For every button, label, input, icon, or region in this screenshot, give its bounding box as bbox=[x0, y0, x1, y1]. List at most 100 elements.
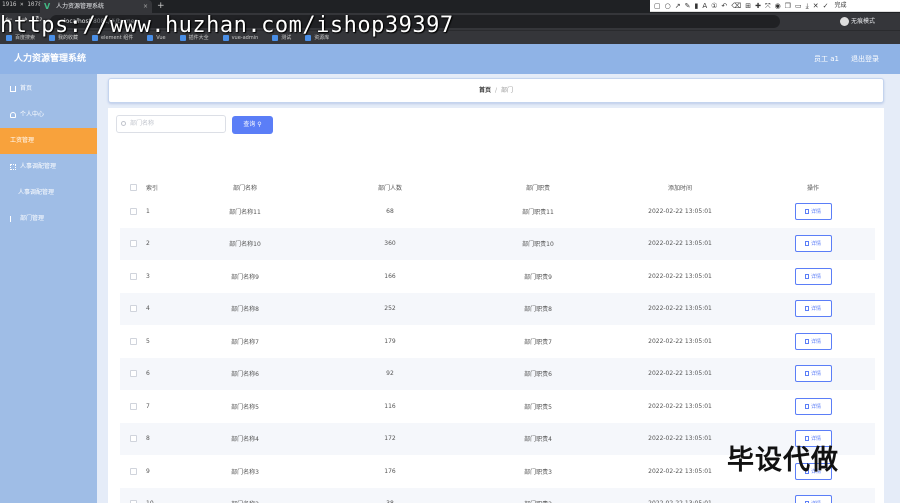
cell-operation: 详情 bbox=[783, 390, 843, 422]
tab-title: 人力资源管理系统 bbox=[56, 3, 105, 10]
row-checkbox[interactable] bbox=[128, 293, 138, 325]
row-checkbox[interactable] bbox=[128, 423, 138, 455]
grid-icon bbox=[10, 163, 16, 170]
avatar bbox=[840, 17, 849, 26]
scroll-capture-icon[interactable]: ⤧ bbox=[765, 0, 771, 12]
document-icon bbox=[804, 371, 809, 376]
cell-name: 部门名称6 bbox=[231, 371, 259, 378]
detail-button-label: 详情 bbox=[810, 306, 821, 312]
query-button[interactable]: 查询 ⚲ bbox=[232, 116, 273, 134]
arrow-tool-icon[interactable]: ↗ bbox=[675, 0, 681, 12]
sidebar-item-1[interactable]: 首页 bbox=[0, 76, 97, 102]
sidebar-item-3[interactable]: 工资管理 bbox=[0, 128, 97, 154]
cell-index: 3 bbox=[146, 272, 150, 280]
document-icon bbox=[804, 241, 809, 246]
select-all-checkbox[interactable] bbox=[128, 179, 138, 195]
cell-duty: 部门职责10 bbox=[522, 241, 554, 248]
detail-button[interactable]: 详情 bbox=[794, 267, 832, 285]
pin-icon[interactable]: ✚ bbox=[755, 0, 761, 12]
logout-link[interactable]: 退出登录 bbox=[851, 44, 879, 74]
person-icon bbox=[10, 111, 16, 118]
table-row: 4 部门名称8 252 部门职责8 2022-02-22 13:05:01 详情 bbox=[120, 292, 875, 325]
row-checkbox[interactable] bbox=[128, 358, 138, 390]
cell-name: 部门名称4 bbox=[231, 436, 259, 443]
search-input[interactable]: 部门名称 bbox=[116, 115, 226, 133]
detail-button[interactable]: 详情 bbox=[794, 202, 832, 220]
save-icon[interactable]: ▭ bbox=[795, 0, 802, 12]
cell-index: 7 bbox=[146, 402, 150, 410]
cell-duty: 部门职责4 bbox=[524, 436, 552, 443]
cell-name: 部门名称11 bbox=[229, 208, 261, 216]
cell-operation: 详情 bbox=[783, 358, 843, 390]
cell-duty: 部门职责8 bbox=[524, 306, 552, 313]
record-icon[interactable]: ◉ bbox=[775, 0, 781, 12]
download-icon[interactable]: ⤓ bbox=[806, 0, 809, 12]
undo-icon[interactable]: ↶ bbox=[721, 0, 727, 12]
cell-name: 部门名称10 bbox=[229, 241, 261, 248]
breadcrumb-home[interactable]: 首页 bbox=[479, 87, 491, 94]
rect-tool-icon[interactable]: ▢ bbox=[654, 0, 661, 12]
cell-index: 5 bbox=[146, 337, 150, 345]
row-checkbox[interactable] bbox=[128, 195, 138, 227]
detail-button[interactable]: 详情 bbox=[794, 495, 832, 503]
cell-count: 172 bbox=[384, 435, 396, 442]
table-row: 7 部门名称5 116 部门职责5 2022-02-22 13:05:01 详情 bbox=[120, 390, 875, 422]
row-checkbox[interactable] bbox=[128, 260, 138, 292]
cell-time: 2022-02-22 13:05:01 bbox=[648, 370, 712, 377]
header-index: 索引 bbox=[146, 184, 159, 192]
cell-count: 166 bbox=[384, 272, 396, 280]
ocr-icon[interactable]: ⊞ bbox=[745, 0, 751, 12]
sidebar-item-6[interactable]: 部门管理 bbox=[0, 206, 97, 232]
table-row: 5 部门名称7 179 部门职责7 2022-02-22 13:05:01 详情 bbox=[120, 325, 875, 357]
cell-index: 9 bbox=[146, 467, 150, 475]
copy-icon[interactable]: ❐ bbox=[785, 0, 791, 12]
detail-button[interactable]: 详情 bbox=[794, 332, 832, 350]
cell-name: 部门名称2 bbox=[210, 488, 280, 503]
document-icon bbox=[804, 403, 809, 409]
pen-tool-icon[interactable]: ✎ bbox=[685, 0, 691, 12]
header-count: 部门人数 bbox=[377, 184, 402, 192]
cell-count: 116 bbox=[384, 402, 396, 410]
sidebar-item-label: 部门管理 bbox=[20, 215, 45, 222]
row-checkbox[interactable] bbox=[128, 390, 138, 422]
vue-logo-icon: V bbox=[44, 2, 51, 11]
row-checkbox[interactable] bbox=[128, 228, 138, 260]
browser-tab[interactable]: V 人力资源管理系统 × bbox=[40, 0, 152, 13]
sidebar-item-5[interactable]: 人事调配管理 bbox=[0, 180, 97, 206]
profile-button[interactable]: 无痕模式 bbox=[840, 16, 875, 27]
cancel-icon[interactable]: ✕ bbox=[813, 0, 819, 12]
row-checkbox[interactable] bbox=[128, 325, 138, 357]
row-checkbox[interactable] bbox=[128, 455, 138, 487]
row-checkbox[interactable] bbox=[128, 488, 138, 503]
cell-time: 2022-02-22 13:05:01 bbox=[648, 402, 712, 410]
cell-time: 2022-02-22 13:05:01 bbox=[648, 305, 712, 312]
number-tool-icon[interactable]: ① bbox=[711, 0, 717, 12]
sidebar-item-label: 人事调配管理 bbox=[20, 163, 57, 170]
tab-close-icon[interactable]: × bbox=[143, 0, 148, 13]
cell-index: 6 bbox=[146, 370, 150, 377]
app-header: 人力资源管理系统 员工 a1 退出登录 bbox=[0, 44, 900, 74]
cell-count: 176 bbox=[384, 467, 396, 475]
new-tab-button[interactable]: + bbox=[157, 0, 165, 13]
detail-button[interactable]: 详情 bbox=[794, 300, 832, 317]
overlay-stamp: 毕设代做 bbox=[727, 445, 839, 476]
table-row: 3 部门名称9 166 部门职责9 2022-02-22 13:05:01 详情 bbox=[120, 260, 875, 292]
sidebar-item-2[interactable]: 个人中心 bbox=[0, 102, 97, 128]
circle-tool-icon[interactable]: ○ bbox=[665, 0, 671, 12]
confirm-icon[interactable]: ✓ bbox=[823, 0, 829, 12]
eraser-icon[interactable]: ⌫ bbox=[731, 0, 741, 12]
cell-duty: 部门职责5 bbox=[524, 403, 552, 411]
done-button[interactable]: 完成 bbox=[834, 0, 846, 12]
sidebar-item-4[interactable]: 人事调配管理 bbox=[0, 154, 97, 180]
sidebar-item-label: 首页 bbox=[20, 85, 33, 92]
table-header-row: 索引 部门名称 部门人数 部门职责 添加时间 操作 bbox=[120, 179, 875, 195]
document-icon bbox=[804, 273, 809, 279]
marker-tool-icon[interactable]: ▮ bbox=[694, 0, 698, 12]
detail-button[interactable]: 详情 bbox=[794, 235, 832, 252]
detail-button[interactable]: 详情 bbox=[794, 365, 832, 382]
detail-button[interactable]: 详情 bbox=[794, 397, 832, 415]
cell-time: 2022-02-22 13:05:01 bbox=[648, 337, 712, 345]
table-row: 2 部门名称10 360 部门职责10 2022-02-22 13:05:01 详情 bbox=[120, 227, 875, 260]
detail-button-label: 详情 bbox=[810, 371, 821, 377]
text-tool-icon[interactable]: A bbox=[702, 0, 707, 12]
